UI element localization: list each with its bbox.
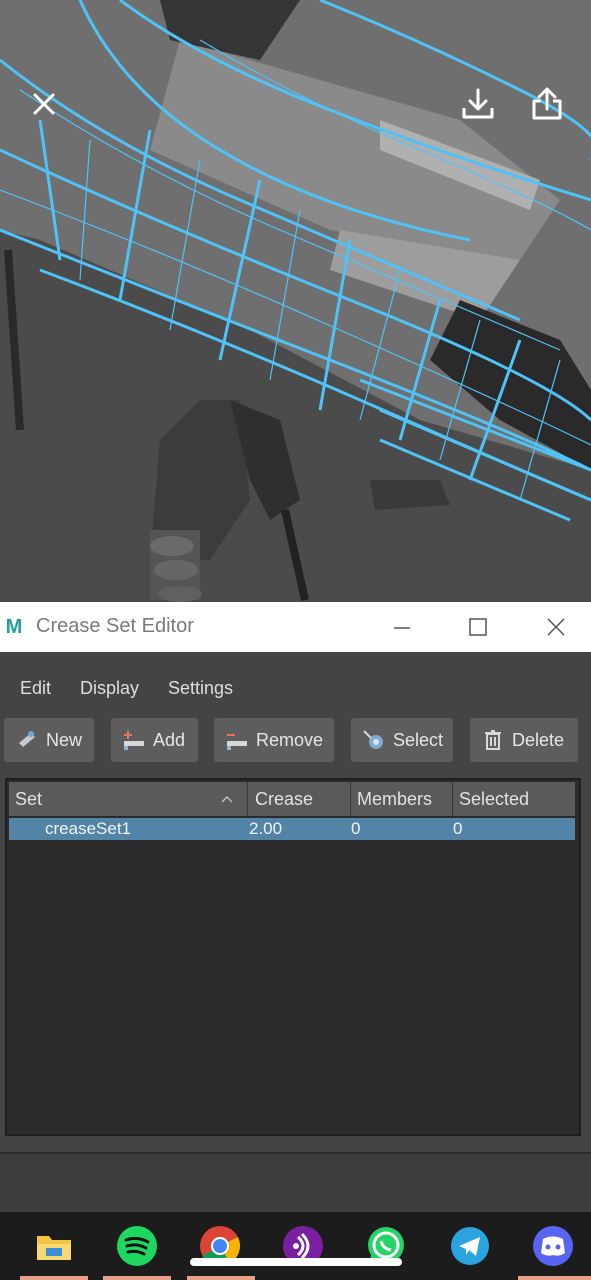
- menu-settings[interactable]: Settings: [168, 678, 233, 699]
- file-explorer-icon[interactable]: [32, 1224, 76, 1268]
- column-header-selected[interactable]: Selected: [453, 782, 575, 816]
- menubar: Edit Display Settings: [0, 670, 591, 706]
- maximize-button[interactable]: [458, 610, 498, 644]
- 3d-viewport[interactable]: [0, 0, 591, 602]
- menu-display[interactable]: Display: [80, 678, 139, 699]
- window-title: Crease Set Editor: [36, 615, 194, 637]
- crease-set-editor: Edit Display Settings New Add Remove Sel…: [0, 652, 591, 1214]
- editor-footer: [0, 1152, 591, 1214]
- window-close-button[interactable]: [536, 610, 576, 644]
- column-header-label: Set: [15, 789, 43, 809]
- maximize-icon: [469, 618, 487, 636]
- column-header-members[interactable]: Members: [351, 782, 453, 816]
- column-header-set[interactable]: Set: [9, 782, 248, 816]
- cell-selected: 0: [453, 819, 463, 838]
- table-row[interactable]: creaseSet1 2.00 0 0: [9, 818, 575, 840]
- select-button-label: Select: [393, 729, 444, 750]
- new-button-label: New: [46, 729, 83, 750]
- share-icon[interactable]: [527, 84, 567, 124]
- remove-button-label: Remove: [256, 729, 324, 750]
- cell-crease: 2.00: [249, 819, 283, 838]
- delete-button-label: Delete: [512, 729, 565, 750]
- add-button[interactable]: Add: [111, 718, 198, 762]
- sort-ascending-icon: [221, 795, 233, 803]
- maya-logo: M: [2, 614, 26, 638]
- remove-members-icon: [224, 727, 250, 753]
- active-indicator: [20, 1276, 88, 1280]
- remove-button[interactable]: Remove: [214, 718, 334, 762]
- crease-set-table[interactable]: Set Crease Members Selected creaseSet1 2…: [5, 778, 581, 1136]
- telegram-icon[interactable]: [448, 1224, 492, 1268]
- menu-edit[interactable]: Edit: [20, 678, 51, 699]
- wireframe-model: [0, 0, 591, 602]
- minimize-button[interactable]: [382, 610, 422, 644]
- active-indicator: [518, 1276, 591, 1280]
- toolbar: New Add Remove Select Delete: [0, 718, 591, 764]
- column-header-crease[interactable]: Crease: [249, 782, 351, 816]
- active-indicator: [103, 1276, 171, 1280]
- delete-button[interactable]: Delete: [470, 718, 578, 762]
- discord-icon[interactable]: [531, 1224, 575, 1268]
- taskbar: [0, 1212, 591, 1280]
- home-indicator[interactable]: [190, 1258, 402, 1266]
- window-titlebar[interactable]: M Crease Set Editor: [0, 602, 591, 652]
- spotify-icon[interactable]: [115, 1224, 159, 1268]
- add-button-label: Add: [153, 729, 186, 750]
- table-header: Set Crease Members Selected: [9, 782, 575, 816]
- new-set-icon: [14, 727, 40, 753]
- cell-set-name: creaseSet1: [45, 819, 131, 838]
- new-button[interactable]: New: [4, 718, 94, 762]
- add-members-icon: [121, 727, 147, 753]
- select-icon: [361, 727, 387, 753]
- trash-icon: [480, 727, 506, 753]
- cell-members: 0: [351, 819, 361, 838]
- svg-text:M: M: [6, 616, 23, 638]
- active-indicator: [187, 1276, 255, 1280]
- close-icon: [547, 618, 565, 636]
- download-icon[interactable]: [458, 84, 498, 124]
- close-icon[interactable]: [24, 84, 64, 124]
- minimize-icon: [394, 627, 410, 629]
- select-button[interactable]: Select: [351, 718, 453, 762]
